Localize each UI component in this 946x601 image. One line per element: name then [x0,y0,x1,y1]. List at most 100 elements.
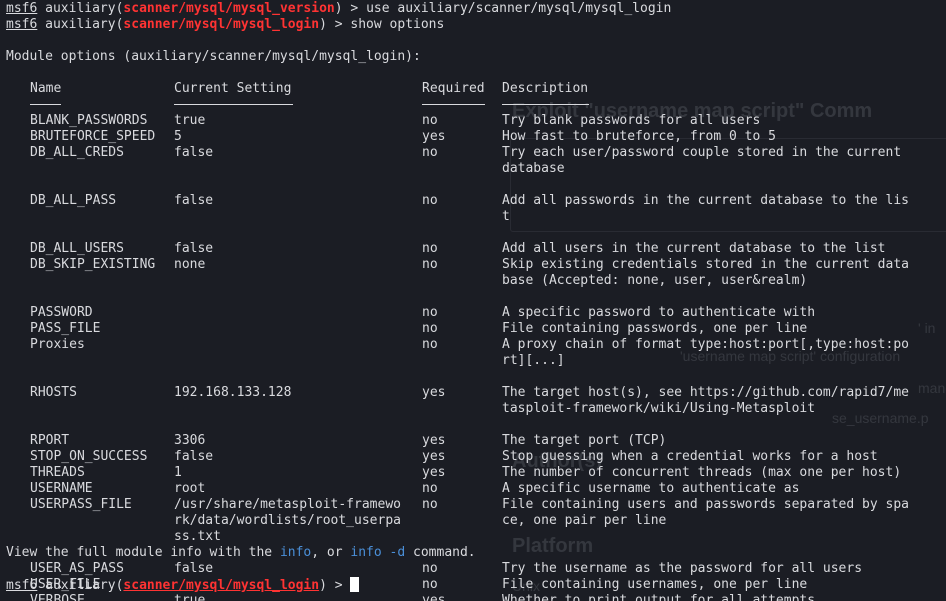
option-required: yes [422,385,446,400]
option-name: VERBOSE [30,593,85,601]
option-required: yes [422,593,446,601]
option-description: Try blank passwords for all users [502,113,761,128]
option-description: database [502,161,565,176]
option-required: yes [422,433,446,448]
module-suffix: ) > [319,578,351,593]
option-description: Add all users in the current database to… [502,241,886,256]
option-setting: false [174,241,214,256]
option-name: PASS_FILE [30,321,101,336]
option-setting: /usr/share/metasploit-framewo [174,497,401,512]
option-name: BRUTEFORCE_SPEED [30,129,156,144]
option-name: STOP_ON_SUCCESS [30,449,148,464]
option-setting: root [174,481,206,496]
option-required: no [422,481,438,496]
option-setting: false [174,561,214,576]
terminal-window[interactable]: Exploit "username map script" Comm ' in … [0,0,946,601]
module-suffix: ) > [319,17,351,32]
active-module: scanner/mysql/mysql_login [123,17,320,32]
option-name: BLANK_PASSWORDS [30,113,148,128]
active-module: scanner/mysql/mysql_login [123,578,320,593]
terminal-cursor[interactable] [350,577,360,592]
option-required: no [422,561,438,576]
option-required: no [422,145,438,160]
option-description: A specific username to authenticate as [502,481,800,496]
command-line: msf6 auxiliary(scanner/mysql/mysql_versi… [6,1,671,17]
option-setting: 1 [174,465,182,480]
header-current-setting: Current Setting [174,81,292,96]
option-setting: false [174,193,214,208]
option-description: File containing passwords, one per line [502,321,808,336]
option-description: A proxy chain of format type:host:port[,… [502,337,909,352]
option-required: no [422,241,438,256]
option-description: Add all passwords in the current databas… [502,193,909,208]
background-fragment: mand [918,380,946,396]
background-platform-heading: Platform [512,535,594,557]
option-name: RPORT [30,433,70,448]
option-description: base (Accepted: none, user, user&realm) [502,273,808,288]
option-description: A specific password to authenticate with [502,305,816,320]
option-name: USER_AS_PASS [30,561,124,576]
option-name: Proxies [30,337,85,352]
option-description: Whether to print output for all attempts [502,593,816,601]
option-required: no [422,305,438,320]
option-setting: 192.168.133.128 [174,385,292,400]
module-prefix: auxiliary( [45,17,124,32]
option-required: no [422,193,438,208]
option-name: THREADS [30,465,85,480]
info-command: info [279,545,312,560]
option-description: t [502,209,510,224]
option-setting: true [174,593,206,601]
header-underline [422,104,485,105]
msf-prompt: msf6 [6,17,38,32]
option-name: RHOSTS [30,385,77,400]
msf-prompt: msf6 [6,578,38,593]
header-underline [30,104,61,105]
msf-prompt: msf6 [6,1,38,16]
module-options-title: Module options (auxiliary/scanner/mysql/… [6,49,421,64]
option-setting: false [174,145,214,160]
footer-text: , or [311,545,351,560]
option-description: The target host(s), see https://github.c… [502,385,909,400]
header-required: Required [422,81,485,96]
command-text: use auxiliary/scanner/mysql/mysql_login [366,1,672,16]
option-description: The target port (TCP) [502,433,667,448]
command-text: show options [350,17,445,32]
background-fragment: se_username.p [832,410,929,426]
option-name: USERPASS_FILE [30,497,132,512]
option-description: tasploit-framework/wiki/Using-Metasploit [502,401,816,416]
footer-hint: View the full module info with the info,… [6,545,476,561]
option-name: DB_ALL_PASS [30,193,117,208]
background-fragment: ' in [918,320,936,336]
info-d-command: info -d [350,545,406,560]
option-description: Try each user/password couple stored in … [502,145,902,160]
module-suffix: ) > [334,1,367,16]
option-name: USERNAME [30,481,93,496]
module-prefix: auxiliary( [45,578,124,593]
footer-text: View the full module info with the [6,545,280,560]
header-name: Name [30,81,62,96]
option-setting: none [174,257,206,272]
option-setting: true [174,113,206,128]
option-required: no [422,321,438,336]
option-setting: false [174,449,214,464]
footer-text: command. [405,545,476,560]
header-underline [174,104,293,105]
option-required: yes [422,465,446,480]
option-name: PASSWORD [30,305,93,320]
option-required: no [422,257,438,272]
option-description: ce, one pair per line [502,513,667,528]
option-name: DB_SKIP_EXISTING [30,257,156,272]
option-setting: ss.txt [174,529,221,544]
active-module: scanner/mysql/mysql_version [123,1,335,16]
option-setting: 3306 [174,433,206,448]
prompt-line[interactable]: msf6 auxiliary(scanner/mysql/mysql_login… [6,577,360,593]
option-required: no [422,577,438,592]
option-setting: 5 [174,129,182,144]
option-description: Stop guessing when a credential works fo… [502,449,878,464]
option-description: Skip existing credentials stored in the … [502,257,909,272]
header-underline [502,104,589,105]
option-required: no [422,113,438,128]
option-description: rt][...] [502,353,565,368]
option-name: DB_ALL_USERS [30,241,124,256]
command-line: msf6 auxiliary(scanner/mysql/mysql_login… [6,17,444,33]
